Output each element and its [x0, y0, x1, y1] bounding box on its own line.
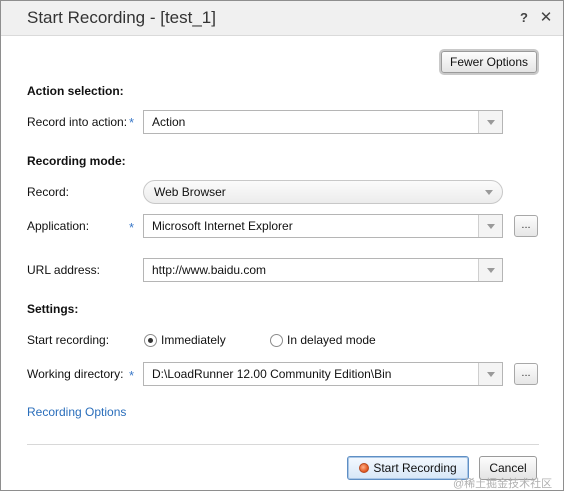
- chevron-down-icon: [487, 120, 495, 125]
- dropdown-button[interactable]: [478, 111, 502, 133]
- action-selection-heading: Action selection:: [27, 84, 124, 98]
- start-recording-dialog: Start Recording - [test_1] ? ✕ Fewer Opt…: [0, 0, 564, 491]
- application-combo[interactable]: Microsoft Internet Explorer: [143, 214, 503, 238]
- immediately-label[interactable]: Immediately: [161, 333, 226, 347]
- application-label: Application:: [27, 219, 90, 233]
- working-directory-combo[interactable]: D:\LoadRunner 12.00 Community Edition\Bi…: [143, 362, 503, 386]
- record-into-action-value: Action: [152, 115, 186, 129]
- record-dot-icon: [359, 463, 370, 473]
- dropdown-button[interactable]: [478, 215, 502, 237]
- record-into-action-combo[interactable]: Action: [143, 110, 503, 134]
- chevron-down-icon: [487, 224, 495, 229]
- dropdown-button[interactable]: [478, 259, 502, 281]
- fewer-options-button[interactable]: Fewer Options: [441, 51, 537, 73]
- recording-mode-heading: Recording mode:: [27, 154, 126, 168]
- start-recording-button[interactable]: Start Recording: [347, 456, 469, 480]
- record-mode-select[interactable]: Web Browser: [143, 180, 503, 204]
- help-icon[interactable]: ?: [516, 9, 532, 27]
- footer-divider: [27, 444, 539, 445]
- url-address-value: http://www.baidu.com: [152, 263, 267, 277]
- record-mode-value: Web Browser: [154, 185, 226, 199]
- record-into-action-label: Record into action:: [27, 115, 128, 129]
- title-bar: Start Recording - [test_1] ? ✕: [1, 1, 563, 36]
- chevron-down-icon: [487, 372, 495, 377]
- dropdown-button[interactable]: [478, 363, 502, 385]
- delayed-mode-label[interactable]: In delayed mode: [287, 333, 376, 347]
- delayed-mode-radio[interactable]: [270, 334, 283, 347]
- recording-options-link[interactable]: Recording Options: [27, 405, 126, 419]
- chevron-down-icon: [487, 268, 495, 273]
- close-icon[interactable]: ✕: [538, 9, 554, 27]
- start-recording-label: Start Recording: [373, 461, 457, 475]
- application-browse-button[interactable]: ...: [514, 215, 538, 237]
- required-marker: *: [129, 115, 135, 130]
- immediately-radio[interactable]: [144, 334, 157, 347]
- dialog-title: Start Recording - [test_1]: [27, 8, 216, 27]
- application-value: Microsoft Internet Explorer: [152, 219, 293, 233]
- url-address-combo[interactable]: http://www.baidu.com: [143, 258, 503, 282]
- required-marker: *: [129, 368, 135, 383]
- working-directory-label: Working directory:: [27, 367, 124, 381]
- url-address-label: URL address:: [27, 263, 100, 277]
- watermark-text: @稀土掘金技术社区: [453, 478, 553, 490]
- chevron-down-icon: [485, 190, 493, 195]
- working-directory-value: D:\LoadRunner 12.00 Community Edition\Bi…: [152, 367, 392, 381]
- working-directory-browse-button[interactable]: ...: [514, 363, 538, 385]
- settings-heading: Settings:: [27, 302, 79, 316]
- required-marker: *: [129, 220, 135, 235]
- record-label: Record:: [27, 185, 70, 199]
- start-recording-label: Start recording:: [27, 333, 110, 347]
